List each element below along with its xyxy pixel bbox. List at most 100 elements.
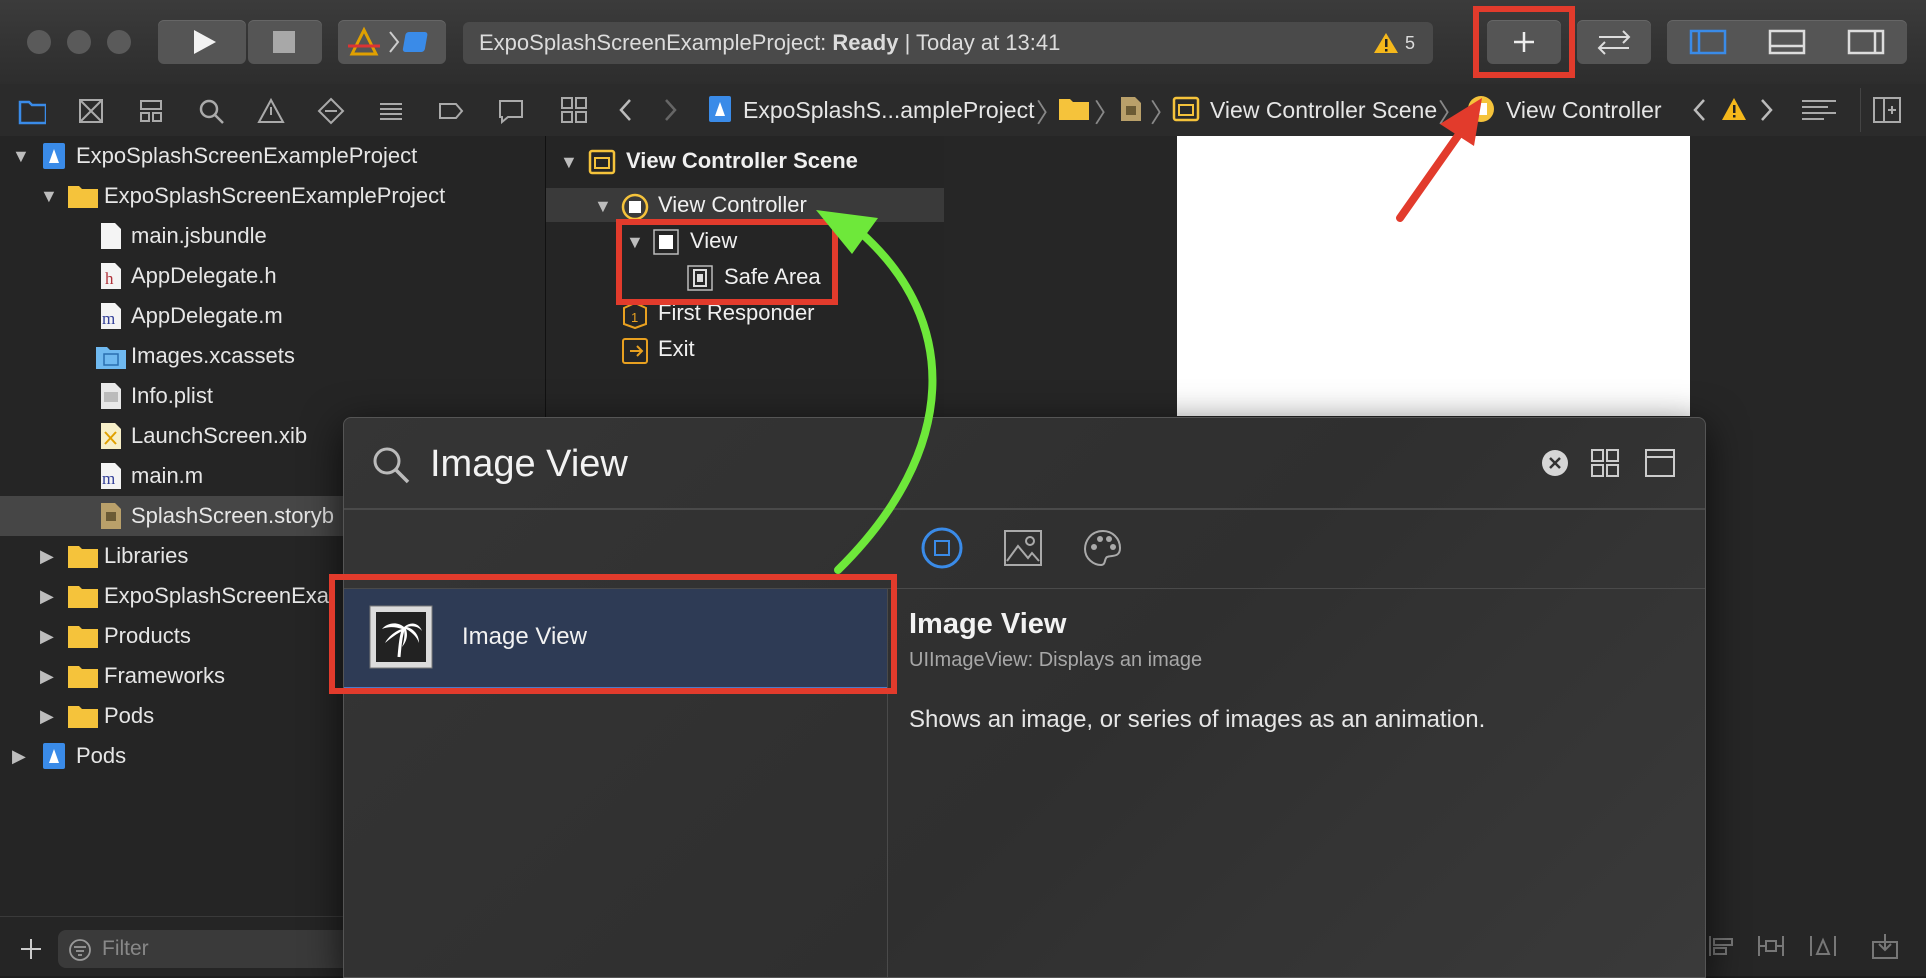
disclosure-closed-icon[interactable]: ▶ [40,666,54,687]
minimize-window-button[interactable] [67,30,91,54]
breadcrumb-separator-icon: 〉 [1094,98,1121,128]
align-icon[interactable] [1706,932,1736,960]
search-navigator-icon[interactable] [197,97,225,125]
warning-count: 5 [1405,33,1416,53]
scene-icon [588,149,616,175]
editor-options-icon[interactable] [1800,97,1838,123]
disclosure-closed-icon[interactable]: ▶ [40,546,54,567]
activity-status-bar: ExpoSplashScreenExampleProject: Ready | … [463,22,1433,64]
outline-scene[interactable]: View Controller Scene [626,144,858,178]
divider [1860,88,1861,132]
window-toolbar: ExpoSplashScreenExampleProject: Ready | … [0,0,1926,85]
issue-navigator-icon[interactable] [257,97,285,125]
warning-icon[interactable] [1720,96,1748,122]
status-separator: | [904,30,911,55]
symbol-navigator-icon[interactable] [137,97,165,125]
source-control-navigator-icon[interactable] [77,97,105,125]
resolve-issues-icon[interactable] [1808,932,1838,960]
nav-item-launchscreen-xib[interactable]: LaunchScreen.xib [131,416,307,456]
nav-item-products[interactable]: Products [104,616,191,656]
pin-constraints-icon[interactable] [1756,932,1786,960]
m-file-icon: m [101,303,121,329]
disclosure-closed-icon[interactable]: ▶ [40,626,54,647]
media-tab-icon[interactable] [1002,528,1044,568]
report-navigator-icon[interactable] [497,97,525,125]
nav-item-main-m[interactable]: main.m [131,456,203,496]
disclosure-open-icon[interactable]: ▼ [594,196,612,217]
stop-icon [273,31,295,53]
svg-text:1: 1 [631,310,638,325]
folder-icon [68,626,98,648]
debug-navigator-icon[interactable] [377,97,405,125]
disclosure-open-icon[interactable]: ▼ [560,152,578,173]
folder-icon [68,546,98,568]
nav-item-appdelegate-h[interactable]: AppDelegate.h [131,256,277,296]
embed-in-icon[interactable] [1870,932,1900,960]
forward-chevron-icon[interactable] [660,96,680,124]
filter-field[interactable]: Filter [58,930,358,968]
objects-tab-icon[interactable] [920,526,964,570]
nav-item-libraries[interactable]: Libraries [104,536,188,576]
stop-button[interactable] [248,20,322,64]
previous-issue-icon[interactable] [1690,96,1710,124]
nav-item-splashscreen-storyboard[interactable]: SplashScreen.storyb [131,496,334,536]
grid-view-icon[interactable] [1590,448,1620,478]
nav-item-info-plist[interactable]: Info.plist [131,376,213,416]
nav-item-frameworks[interactable]: Frameworks [104,656,225,696]
disclosure-closed-icon[interactable]: ▶ [12,746,26,767]
nav-item-project[interactable]: ExpoSplashScreenExampleProject [76,136,417,176]
storyboard-file-icon[interactable] [1118,95,1144,123]
next-issue-icon[interactable] [1756,96,1776,124]
plist-icon [101,383,121,409]
zoom-window-button[interactable] [107,30,131,54]
search-icon [373,447,410,484]
library-search-input[interactable] [428,436,1432,492]
add-file-icon[interactable] [18,936,44,962]
clear-search-icon[interactable] [1540,448,1570,478]
project-icon [43,143,65,169]
breadcrumb-scene[interactable]: View Controller Scene [1210,93,1437,127]
object-library-popup: Image View Image View UIImageView: Displ… [343,417,1706,978]
disclosure-open-icon[interactable]: ▼ [40,186,58,207]
breadcrumb-controller[interactable]: View Controller [1506,93,1662,127]
highlight-image-view-result [329,574,897,694]
outline-view-controller[interactable]: View Controller [658,188,807,222]
h-file-icon: h [101,263,121,289]
view-controller-preview[interactable] [1177,136,1690,416]
breadcrumb-project[interactable]: ExpoSplashS...ampleProject [743,93,1035,127]
outline-exit[interactable]: Exit [658,332,695,366]
disclosure-closed-icon[interactable]: ▶ [40,706,54,727]
project-navigator-icon[interactable] [18,97,46,125]
nav-item-appdelegate-m[interactable]: AppDelegate.m [131,296,283,336]
asset-catalog-icon [96,347,126,369]
test-navigator-icon[interactable] [317,97,345,125]
related-items-icon[interactable] [560,96,588,124]
nav-item-pods-project[interactable]: Pods [76,736,126,776]
status-time: Today at 13:41 [916,30,1061,55]
nav-item-images-xcassets[interactable]: Images.xcassets [131,336,295,376]
view-controller-icon[interactable] [1466,94,1496,124]
disclosure-open-icon[interactable]: ▼ [12,146,30,167]
nav-item-tests-group[interactable]: ExpoSplashScreenExa [104,576,329,616]
back-chevron-icon[interactable] [616,96,636,124]
disclosure-closed-icon[interactable]: ▶ [40,586,54,607]
inspector-toggle-icon[interactable] [1827,20,1907,64]
detail-view-icon[interactable] [1644,448,1676,478]
debug-area-toggle-icon[interactable] [1747,20,1827,64]
nav-item-group[interactable]: ExpoSplashScreenExampleProject [104,176,445,216]
add-editor-icon[interactable] [1872,96,1902,124]
xib-icon [101,423,121,449]
folder-icon [68,706,98,728]
folder-icon[interactable] [1058,96,1090,122]
scene-icon[interactable] [1172,95,1200,123]
code-review-button[interactable] [1577,20,1651,64]
nav-item-pods-folder[interactable]: Pods [104,696,154,736]
color-palette-tab-icon[interactable] [1082,528,1124,568]
breakpoint-navigator-icon[interactable] [437,97,465,125]
exit-icon [622,338,648,364]
scheme-selector[interactable] [338,20,446,64]
navigator-toggle-icon[interactable] [1667,20,1747,64]
close-window-button[interactable] [27,30,51,54]
nav-item-main-jsbundle[interactable]: main.jsbundle [131,216,267,256]
run-button[interactable] [158,20,246,64]
